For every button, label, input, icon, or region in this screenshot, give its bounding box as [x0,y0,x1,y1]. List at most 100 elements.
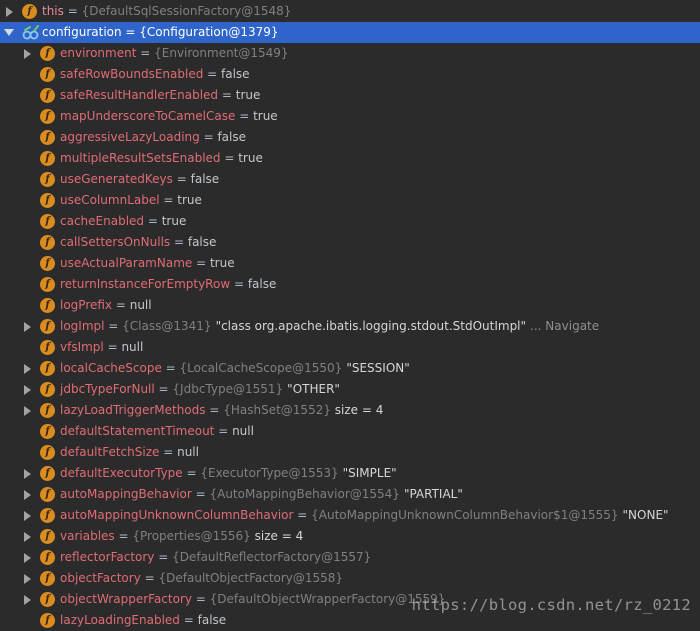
tree-row[interactable]: f reflectorFactory = {DefaultReflectorFac… [0,547,700,568]
tree-row[interactable]: f environment = {Environment@1549} [0,43,700,64]
expand-arrow-right-icon[interactable] [20,547,34,568]
field-icon-letter: f [45,215,50,227]
field-icon-letter: f [45,446,50,458]
variable-value: true [238,151,263,165]
tree-row[interactable]: f defaultExecutorType = {ExecutorType@155… [0,463,700,484]
tree-row-text: callSettersOnNulls = false [60,232,216,253]
expand-arrow-right-icon[interactable] [20,358,34,379]
tree-row[interactable]: f logImpl = {Class@1341} "class org.apache… [0,316,700,337]
expand-arrow-right-icon[interactable] [20,400,34,421]
expand-arrow-right-icon[interactable] [20,484,34,505]
tree-row[interactable]: f returnInstanceForEmptyRow = false [0,274,700,295]
tree-row-text: defaultExecutorType = {ExecutorType@1553… [60,463,397,484]
equals-sign: = [179,613,198,627]
variable-name: objectFactory [60,571,141,585]
tree-row[interactable]: f objectWrapperFactory = {DefaultObjectWr… [0,589,700,610]
equals-sign: = [230,277,248,291]
expand-arrow-right-icon[interactable] [20,316,34,337]
expand-arrow-right-icon[interactable] [2,1,16,22]
object-reference: {HashSet@1552} [223,403,331,417]
equals-sign: = [103,340,122,354]
equals-sign: = [191,487,210,501]
variable-name: lazyLoadTriggerMethods [60,403,206,417]
variable-name: jdbcTypeForNull [60,382,155,396]
object-reference: {AutoMappingUnknownColumnBehavior$1@1555… [311,508,619,522]
tree-row[interactable]: f defaultStatementTimeout = null [0,421,700,442]
tree-row-text: configuration = {Configuration@1379} [42,22,279,43]
field-icon: f [40,319,55,334]
tree-row[interactable]: f safeResultHandlerEnabled = true [0,85,700,106]
variables-tree: f this = {DefaultSqlSessionFactory@1548} c… [0,1,700,631]
tree-row[interactable]: f useActualParamName = true [0,253,700,274]
tree-row[interactable]: f mapUnderscoreToCamelCase = true [0,106,700,127]
variable-value: null [177,445,199,459]
equals-sign: = [154,382,173,396]
variable-name: multipleResultSetsEnabled [60,151,221,165]
variable-value: true [161,214,187,228]
field-icon: f [40,172,55,187]
field-icon-letter: f [45,593,50,605]
variable-value: false [221,67,250,81]
tree-row[interactable]: f safeRowBoundsEnabled = false [0,64,700,85]
tree-row-text: returnInstanceForEmptyRow = false [60,274,276,295]
tree-row[interactable]: f aggressiveLazyLoading = false [0,127,700,148]
field-icon-letter: f [45,467,50,479]
variable-name: returnInstanceForEmptyRow [60,277,231,291]
expand-arrow-right-icon[interactable] [20,379,34,400]
tree-row[interactable]: f objectFactory = {DefaultObjectFactory@1… [0,568,700,589]
tree-row-text: autoMappingBehavior = {AutoMappingBehavi… [60,484,463,505]
tree-row[interactable]: f localCacheScope = {LocalCacheScope@1550… [0,358,700,379]
field-icon-letter: f [45,614,50,626]
expand-arrow-right-icon[interactable] [20,589,34,610]
tree-row-text: this = {DefaultSqlSessionFactory@1548} [42,1,291,22]
field-icon-letter: f [45,236,50,248]
variable-name: objectWrapperFactory [60,592,192,606]
field-icon: f [40,508,55,523]
variable-name: configuration [42,25,122,39]
expand-arrow-right-icon[interactable] [20,43,34,64]
field-icon-letter: f [45,551,50,563]
field-icon: f [40,571,55,586]
field-icon: f [40,613,55,628]
expand-arrow-right-icon[interactable] [20,526,34,547]
object-reference: {Environment@1549} [154,46,289,60]
field-icon: f [40,466,55,481]
field-icon-letter: f [45,131,50,143]
tree-row[interactable]: f useGeneratedKeys = false [0,169,700,190]
variable-name: logPrefix [60,298,113,312]
tree-row[interactable]: f logPrefix = null [0,295,700,316]
tree-row[interactable]: f jdbcTypeForNull = {JdbcType@1551} "OTHER… [0,379,700,400]
tree-row[interactable]: f defaultFetchSize = null [0,442,700,463]
tree-row[interactable]: f useColumnLabel = true [0,190,700,211]
expand-arrow-right-icon[interactable] [20,463,34,484]
tree-row-text: localCacheScope = {LocalCacheScope@1550}… [60,358,410,379]
variable-value: false [190,172,220,186]
tree-row[interactable]: f callSettersOnNulls = false [0,232,700,253]
field-icon: f [40,214,55,229]
field-icon: f [40,235,55,250]
variable-name: useGeneratedKeys [60,172,173,186]
tree-row[interactable]: f cacheEnabled = true [0,211,700,232]
tree-row[interactable]: f lazyLoadTriggerMethods = {HashSet@1552}… [0,400,700,421]
navigate-link[interactable]: ... Navigate [530,319,599,333]
field-icon: f [40,487,55,502]
tree-row[interactable]: f autoMappingUnknownColumnBehavior = {Aut… [0,505,700,526]
tree-row-text: logPrefix = null [60,295,152,316]
field-icon-letter: f [45,383,50,395]
expand-arrow-right-icon[interactable] [20,505,34,526]
field-icon: f [40,193,55,208]
tree-row[interactable]: f multipleResultSetsEnabled = true [0,148,700,169]
variable-value: false [217,130,246,144]
tree-row[interactable]: f variables = {Properties@1556} size = 4 [0,526,700,547]
tree-row[interactable]: f this = {DefaultSqlSessionFactory@1548} [0,1,700,22]
tree-row[interactable]: configuration = {Configuration@1379} [0,22,700,43]
equals-sign: = [159,193,178,207]
field-icon: f [40,550,55,565]
tree-row[interactable]: f autoMappingBehavior = {AutoMappingBehav… [0,484,700,505]
expand-arrow-right-icon[interactable] [20,568,34,589]
tree-row-text: autoMappingUnknownColumnBehavior = {Auto… [60,505,669,526]
expand-arrow-down-icon[interactable] [2,22,16,43]
field-icon: f [40,67,55,82]
tree-row[interactable]: f vfsImpl = null [0,337,700,358]
tree-row-text: safeRowBoundsEnabled = false [60,64,250,85]
